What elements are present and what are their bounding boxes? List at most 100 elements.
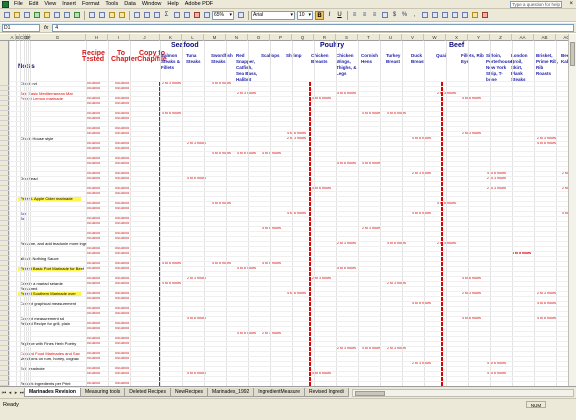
close-workbook-icon[interactable]: × — [569, 1, 573, 8]
column-header-n[interactable]: N — [226, 34, 248, 41]
increase-indent-icon[interactable] — [450, 11, 459, 20]
sheet-tab[interactable]: NewRecipes — [169, 388, 209, 397]
menu-edit[interactable]: Edit — [26, 1, 41, 7]
menu-file[interactable]: File — [11, 1, 26, 7]
merge-center-icon[interactable] — [380, 11, 389, 20]
sheet-tab[interactable]: Deleted Recipes — [124, 388, 171, 397]
column-header-h[interactable]: H — [86, 34, 108, 41]
column-header-ab[interactable]: AB — [534, 34, 556, 41]
fill-color-icon[interactable] — [470, 11, 479, 20]
column-header-j[interactable]: J — [130, 34, 160, 41]
standard-toolbar: Σ 65% Arial 10 B I U ≡ ≡ ≡ $ % , — [0, 9, 576, 22]
grid-line — [9, 346, 576, 347]
column-header-y[interactable]: Y — [468, 34, 490, 41]
align-left-icon[interactable]: ≡ — [350, 11, 359, 20]
sheet-tab[interactable]: Marinades_1992 — [207, 388, 255, 397]
hyperlink-icon[interactable] — [152, 11, 161, 20]
column-header-l[interactable]: L — [182, 34, 204, 41]
sheet-tab[interactable]: IngredientMeasure — [253, 388, 305, 397]
redo-icon[interactable] — [142, 11, 151, 20]
column-header-t[interactable]: T — [358, 34, 380, 41]
column-header-q[interactable]: Q — [292, 34, 314, 41]
excel-app-icon[interactable] — [2, 0, 9, 8]
column-header-z[interactable]: Z — [490, 34, 512, 41]
format-painter-icon[interactable] — [117, 11, 126, 20]
menu-adobe-pdf[interactable]: Adobe PDF — [182, 1, 216, 7]
permission-icon[interactable] — [32, 11, 41, 20]
grid-line — [30, 41, 31, 386]
undo-icon[interactable] — [132, 11, 141, 20]
menu-tools[interactable]: Tools — [102, 1, 121, 7]
align-right-icon[interactable]: ≡ — [370, 11, 379, 20]
tab-navigation: ⏮ ◂ ▸ ⏭ — [1, 389, 25, 397]
column-header-s[interactable]: S — [336, 34, 358, 41]
formula-input[interactable]: 4 — [52, 23, 574, 32]
decrease-decimal-icon[interactable] — [430, 11, 439, 20]
align-center-icon[interactable]: ≡ — [360, 11, 369, 20]
grid-line — [9, 181, 576, 182]
horizontal-scrollbar[interactable] — [351, 388, 574, 397]
comma-style-icon[interactable]: , — [410, 11, 419, 20]
paste-icon[interactable] — [107, 11, 116, 20]
menu-data[interactable]: Data — [121, 1, 139, 7]
underline-button[interactable]: U — [335, 11, 344, 20]
horizontal-scroll-thumb[interactable] — [354, 390, 385, 396]
email-icon[interactable] — [42, 11, 51, 20]
column-header-w[interactable]: W — [424, 34, 446, 41]
menu-view[interactable]: View — [41, 1, 59, 7]
zoom-select[interactable]: 65% — [212, 10, 234, 20]
new-icon[interactable] — [2, 11, 11, 20]
vertical-scrollbar[interactable] — [568, 34, 576, 386]
function-icon[interactable]: fx — [44, 25, 48, 31]
spelling-icon[interactable] — [72, 11, 81, 20]
cell-area[interactable]: Notes Recipe Tested To Chapter Copy to C… — [9, 41, 576, 386]
column-header-aa[interactable]: AA — [512, 34, 534, 41]
bold-button[interactable]: B — [315, 10, 324, 20]
open-icon[interactable] — [12, 11, 21, 20]
font-name-select[interactable]: Arial — [251, 10, 295, 20]
column-header-a[interactable]: A — [9, 34, 16, 41]
grid-line — [9, 316, 576, 317]
borders-icon[interactable] — [460, 11, 469, 20]
menu-format[interactable]: Format — [79, 1, 102, 7]
column-header-p[interactable]: P — [270, 34, 292, 41]
column-header-x[interactable]: X — [446, 34, 468, 41]
italic-button[interactable]: I — [325, 11, 334, 20]
sheet-tab[interactable]: Measuring tools — [79, 388, 126, 397]
column-header-u[interactable]: U — [380, 34, 402, 41]
column-header-o[interactable]: O — [248, 34, 270, 41]
copy-icon[interactable] — [97, 11, 106, 20]
vertical-scroll-thumb[interactable] — [570, 42, 575, 66]
save-icon[interactable] — [22, 11, 31, 20]
autosum-icon[interactable]: Σ — [162, 11, 171, 20]
column-header-i[interactable]: I — [108, 34, 130, 41]
drawing-icon[interactable] — [202, 11, 211, 20]
cut-icon[interactable] — [87, 11, 96, 20]
chart-wizard-icon[interactable] — [192, 11, 201, 20]
menu-window[interactable]: Window — [139, 1, 165, 7]
name-box[interactable]: D1 — [2, 23, 40, 32]
worksheet-grid[interactable]: ABCDEFGHIJKLMNOPQRSTUVWXYZAAABACADAEAFAG… — [0, 34, 576, 386]
font-size-select[interactable]: 10 — [297, 10, 313, 20]
print-icon[interactable] — [52, 11, 61, 20]
column-header-g[interactable]: G — [30, 34, 86, 41]
menu-insert[interactable]: Insert — [59, 1, 79, 7]
decrease-indent-icon[interactable] — [440, 11, 449, 20]
increase-decimal-icon[interactable] — [420, 11, 429, 20]
font-color-icon[interactable] — [480, 11, 489, 20]
column-header-k[interactable]: K — [160, 34, 182, 41]
grid-line — [336, 41, 337, 386]
sheet-tab[interactable]: Marinades Revision — [24, 388, 81, 397]
help-question-input[interactable]: Type a question for help — [510, 1, 562, 8]
percent-icon[interactable]: % — [400, 11, 409, 20]
column-header-v[interactable]: V — [402, 34, 424, 41]
sheet-tab[interactable]: Revised Ingredi — [303, 388, 349, 397]
sort-descending-icon[interactable] — [182, 11, 191, 20]
column-header-m[interactable]: M — [204, 34, 226, 41]
currency-icon[interactable]: $ — [390, 11, 399, 20]
sort-ascending-icon[interactable] — [172, 11, 181, 20]
column-header-r[interactable]: R — [314, 34, 336, 41]
print-preview-icon[interactable] — [62, 11, 71, 20]
help-icon[interactable] — [236, 11, 245, 20]
menu-help[interactable]: Help — [164, 1, 181, 7]
